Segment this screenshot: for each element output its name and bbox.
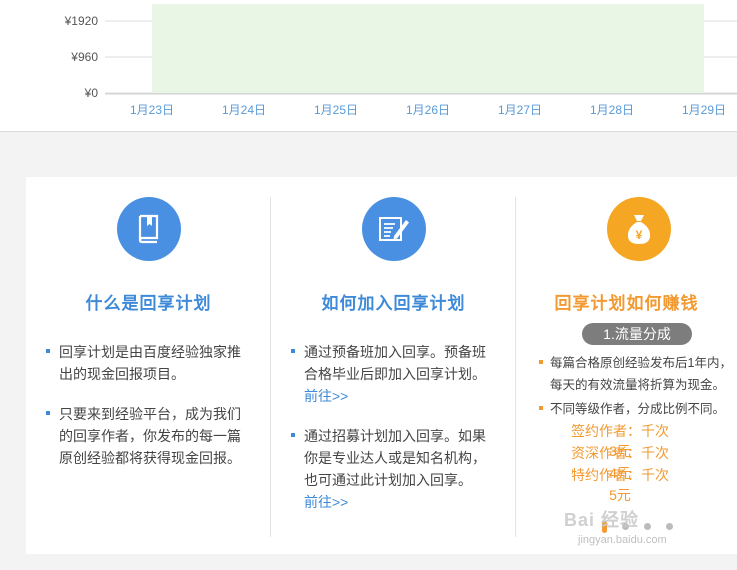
bullet-line: 不同等级作者，分成比例不同。 [550, 402, 726, 416]
watermark-logo: Bai 经验 [564, 510, 640, 530]
x-tick-label: 1月27日 [498, 103, 542, 117]
money-bag-icon: ¥ [607, 197, 671, 261]
how-to-join-column: 如何加入回享计划 通过预备班加入回享。预备班 合格毕业后即加入回享计划。 前往>… [271, 177, 516, 554]
carousel-dot-3[interactable] [644, 523, 651, 530]
bullet-item: 通过招募计划加入回享。如果 你是专业达人或是知名机构， 也可通过此计划加入回享。… [291, 425, 504, 513]
bullet-item: 回享计划是由百度经验独家推 出的现金回报项目。 [46, 341, 259, 385]
x-tick-label: 1月23日 [130, 103, 174, 117]
bullet-line: 你是专业达人或是知名机构， [304, 450, 486, 466]
bullet-item: 只要来到经验平台，成为我们 的回享作者，你发布的每一篇 原创经验都将获得现金回报… [46, 403, 259, 469]
x-tick-label: 1月24日 [222, 103, 266, 117]
bullet-line: 只要来到经验平台，成为我们 [59, 406, 241, 422]
earnings-area [152, 4, 704, 93]
revenue-plan-info-panel: 什么是回享计划 回享计划是由百度经验独家推 出的现金回报项目。 只要来到经验平台… [26, 177, 737, 554]
bullet-line: 原创经验都将获得现金回报。 [59, 450, 241, 466]
y-tick-label: ¥0 [84, 86, 99, 100]
goto-link[interactable]: 前往>> [304, 385, 504, 407]
goto-link[interactable]: 前往>> [304, 491, 504, 513]
x-tick-label: 1月26日 [406, 103, 450, 117]
y-tick-label: ¥960 [70, 50, 98, 64]
column-title: 如何加入回享计划 [321, 294, 466, 313]
bullet-line: 每篇合格原创经验发布后1年内， [550, 356, 732, 370]
bullet-line: 的回享作者，你发布的每一篇 [59, 428, 241, 444]
x-tick-label: 1月25日 [314, 103, 358, 117]
x-tick-label: 1月28日 [590, 103, 634, 117]
bullet-line: 通过招募计划加入回享。如果 [304, 428, 486, 444]
column-title: 什么是回享计划 [85, 294, 212, 313]
earnings-chart-panel: ¥1920 ¥960 ¥0 1月23日 1月24日 1月25日 1月26日 1月27日 1月2… [0, 0, 737, 132]
bullet-line: 每天的有效流量将折算为现金。 [550, 378, 726, 392]
bullet-line: 出的现金回报项目。 [59, 366, 185, 382]
bullet-line: 也可通过此计划加入回享。 [304, 472, 472, 488]
y-tick-label: ¥1920 [64, 14, 99, 28]
traffic-share-tab[interactable]: 1.流量分成 [582, 323, 692, 345]
column-title: 回享计划如何赚钱 [554, 294, 699, 313]
bullet-line: 通过预备班加入回享。预备班 [304, 344, 486, 360]
what-is-plan-column: 什么是回享计划 回享计划是由百度经验独家推 出的现金回报项目。 只要来到经验平台… [26, 177, 271, 554]
carousel-dot-4[interactable] [666, 523, 673, 530]
bullet-item: 每篇合格原创经验发布后1年内， 每天的有效流量将折算为现金。 [539, 352, 737, 396]
x-tick-label: 1月29日 [682, 103, 726, 117]
document-pencil-icon [362, 197, 426, 261]
svg-text:¥: ¥ [636, 228, 643, 242]
bullet-item: 不同等级作者，分成比例不同。 [539, 398, 737, 420]
tier-special-author: 特约作者：千次5元 [571, 467, 669, 503]
bullet-item: 通过预备班加入回享。预备班 合格毕业后即加入回享计划。 前往>> [291, 341, 504, 407]
watermark-url: jingyan.baidu.com [578, 534, 667, 546]
earnings-chart: ¥1920 ¥960 ¥0 1月23日 1月24日 1月25日 1月26日 1月27日 1月2… [64, 4, 737, 117]
book-icon [117, 197, 181, 261]
bullet-line: 合格毕业后即加入回享计划。 [304, 366, 486, 382]
bullet-line: 回享计划是由百度经验独家推 [59, 344, 241, 360]
